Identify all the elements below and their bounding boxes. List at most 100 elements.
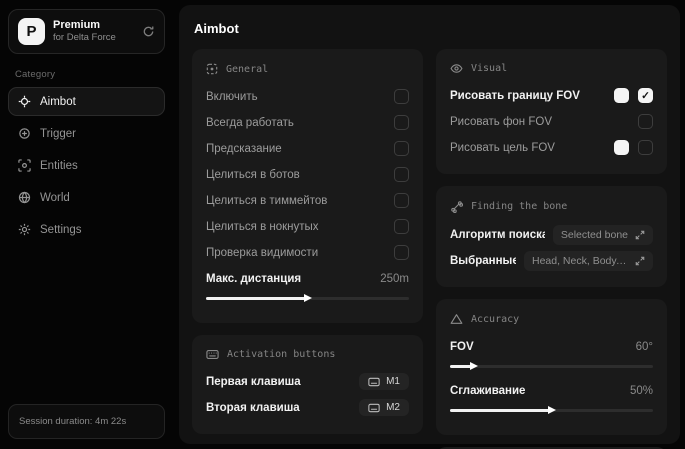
refresh-icon[interactable] — [142, 25, 155, 38]
selected-bones-select[interactable]: Head, Neck, Body, Pe... — [524, 250, 653, 271]
brand-card: P Premium for Delta Force — [8, 9, 165, 54]
visual-row-fov-target: Рисовать цель FOV — [450, 136, 653, 159]
setting-label: Целиться в ботов — [206, 168, 300, 181]
main-panel: Aimbot General Включить Всегда работать … — [179, 5, 680, 449]
crosshair-icon — [18, 95, 31, 108]
bone-algorithm-select[interactable]: Selected bone — [552, 224, 653, 245]
setting-row-visibility-check: Проверка видимости — [206, 241, 409, 264]
keybind-label: Первая клавиша — [206, 375, 301, 388]
expand-icon — [635, 256, 645, 266]
slider-fill — [450, 409, 552, 412]
sidebar-item-aimbot[interactable]: Aimbot — [8, 87, 165, 116]
setting-row-always-work: Всегда работать — [206, 111, 409, 134]
controls-group: ✓ — [614, 88, 653, 103]
smoothing-row: Сглаживание 50% — [450, 379, 653, 402]
activation-card: Activation buttons Первая клавиша M1 Вто… — [192, 335, 423, 434]
slider-label: Макс. дистанция — [206, 272, 302, 285]
sidebar-item-label: World — [40, 191, 70, 204]
keybind-row-primary: Первая клавиша M1 — [206, 370, 409, 393]
setting-label: Выбранные кости — [450, 254, 516, 267]
brand-name: Premium — [53, 18, 101, 31]
checkbox-enable[interactable] — [394, 89, 409, 104]
sidebar-item-label: Settings — [40, 223, 82, 236]
bones-card: Finding the bone Алгоритм поиска костей … — [436, 186, 667, 287]
sidebar-item-label: Trigger — [40, 127, 76, 140]
brand-logo: P — [18, 18, 45, 45]
color-swatch[interactable] — [614, 140, 629, 155]
setting-label: Рисовать цель FOV — [450, 141, 555, 154]
checkbox-fov-target[interactable] — [638, 140, 653, 155]
activation-card-header: Activation buttons — [206, 349, 409, 360]
keybind-button-secondary[interactable]: M2 — [359, 399, 409, 416]
fov-row: FOV 60° — [450, 335, 653, 358]
section-title: Visual — [471, 63, 508, 74]
accuracy-card-header: Accuracy — [450, 313, 653, 325]
content-columns: General Включить Всегда работать Предска… — [192, 49, 667, 449]
entities-icon — [18, 159, 31, 172]
checkbox-target-bots[interactable] — [394, 167, 409, 182]
section-title: Accuracy — [471, 313, 520, 325]
checkbox-prediction[interactable] — [394, 141, 409, 156]
brand-subtitle: for Delta Force — [53, 32, 116, 44]
visual-row-fov-background: Рисовать фон FOV — [450, 110, 653, 133]
checkbox-visibility-check[interactable] — [394, 245, 409, 260]
setting-label: Целиться в нокнутых — [206, 220, 319, 233]
checkbox-target-teammates[interactable] — [394, 193, 409, 208]
keybind-value: M1 — [386, 376, 400, 387]
accuracy-card: Accuracy FOV 60° Сглаживание 50% — [436, 299, 667, 435]
visual-card: Visual Рисовать границу FOV ✓ Рисовать ф… — [436, 49, 667, 174]
brand-text: Premium for Delta Force — [53, 19, 116, 45]
checkbox-fov-border[interactable]: ✓ — [638, 88, 653, 103]
category-label: Category — [15, 69, 56, 80]
setting-label: Алгоритм поиска костей — [450, 228, 545, 241]
checkbox-target-knocked[interactable] — [394, 219, 409, 234]
visual-row-fov-border: Рисовать границу FOV ✓ — [450, 84, 653, 107]
sidebar: P Premium for Delta Force Category Aimbo… — [0, 0, 173, 449]
checkbox-fov-background[interactable] — [638, 114, 653, 129]
expand-icon — [635, 230, 645, 240]
section-title: Activation buttons — [227, 349, 336, 360]
max-distance-slider[interactable] — [206, 293, 409, 304]
sidebar-item-settings[interactable]: Settings — [8, 215, 165, 244]
selected-bones-row: Выбранные кости Head, Neck, Body, Pe... — [450, 249, 653, 272]
left-column: General Включить Всегда работать Предска… — [192, 49, 423, 434]
smoothing-slider[interactable] — [450, 405, 653, 416]
keybind-label: Вторая клавиша — [206, 401, 300, 414]
setting-label: Рисовать фон FOV — [450, 115, 552, 128]
setting-row-target-bots: Целиться в ботов — [206, 163, 409, 186]
setting-row-enable: Включить — [206, 85, 409, 108]
slider-thumb[interactable] — [547, 406, 556, 414]
fov-slider[interactable] — [450, 361, 653, 372]
slider-label: Сглаживание — [450, 384, 526, 397]
select-value: Selected bone — [560, 228, 628, 241]
color-swatch[interactable] — [614, 88, 629, 103]
slider-fill — [206, 297, 308, 300]
keybind-value: M2 — [386, 402, 400, 413]
setting-label: Предсказание — [206, 142, 282, 155]
slider-thumb[interactable] — [303, 294, 312, 302]
sidebar-item-trigger[interactable]: Trigger — [8, 119, 165, 148]
page-title: Aimbot — [194, 21, 239, 36]
slider-value: 50% — [629, 384, 653, 397]
setting-label: Проверка видимости — [206, 246, 319, 259]
setting-row-target-teammates: Целиться в тиммейтов — [206, 189, 409, 212]
checkbox-always-work[interactable] — [394, 115, 409, 130]
setting-row-prediction: Предсказание — [206, 137, 409, 160]
setting-row-target-knocked: Целиться в нокнутых — [206, 215, 409, 238]
setting-label: Включить — [206, 90, 258, 103]
keybind-row-secondary: Вторая клавиша M2 — [206, 396, 409, 419]
keybind-button-primary[interactable]: M1 — [359, 373, 409, 390]
slider-thumb[interactable] — [470, 362, 479, 370]
sidebar-item-label: Entities — [40, 159, 78, 172]
bone-icon — [450, 200, 463, 213]
section-title: General — [226, 63, 269, 75]
sidebar-item-world[interactable]: World — [8, 183, 165, 212]
controls-group — [614, 140, 653, 155]
sidebar-item-entities[interactable]: Entities — [8, 151, 165, 180]
keyboard-icon — [206, 349, 219, 360]
scan-crosshair-icon — [206, 63, 218, 75]
setting-label: Рисовать границу FOV — [450, 89, 580, 102]
eye-icon — [450, 63, 463, 74]
gear-icon — [18, 223, 31, 236]
max-distance-row: Макс. дистанция 250m — [206, 267, 409, 290]
